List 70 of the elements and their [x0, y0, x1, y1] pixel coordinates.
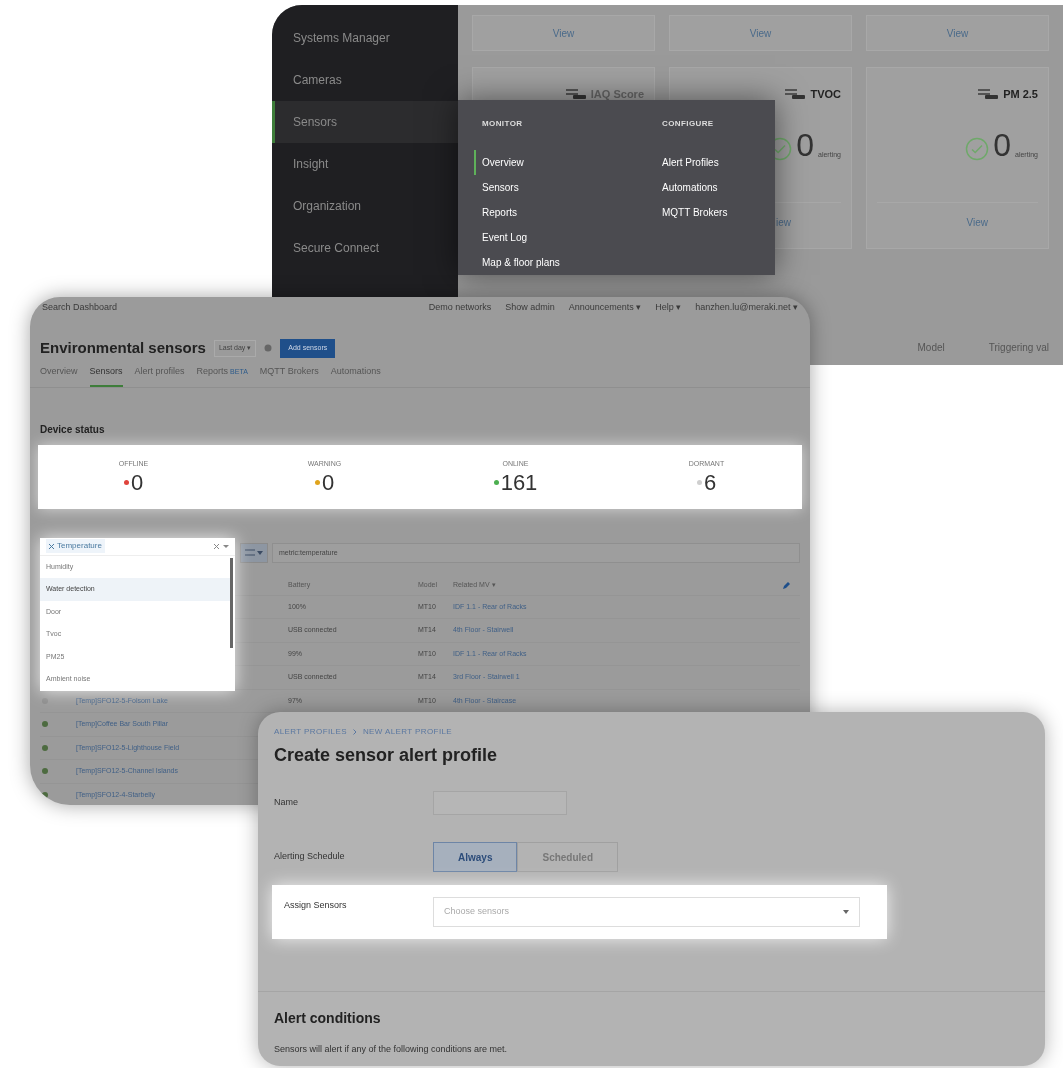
view-link[interactable]: View	[966, 215, 988, 230]
caret-icon	[257, 550, 263, 555]
chevron-icon	[352, 729, 357, 735]
status-count: 161	[500, 471, 538, 494]
breadcrumb-link[interactable]: ALERT PROFILES	[274, 726, 347, 738]
search-field[interactable]: Search Dashboard	[42, 301, 415, 315]
header-link[interactable]: Help ▾	[655, 301, 682, 315]
view-link[interactable]: View	[946, 25, 969, 41]
column-header: Triggering val	[988, 341, 1049, 355]
metric-title: TVOC	[810, 87, 841, 102]
sidebar-item[interactable]: Organization	[272, 185, 458, 227]
filter-chip[interactable]: Temperature	[46, 539, 105, 553]
field-label: Alerting Schedule	[274, 850, 346, 864]
segment-button[interactable]: Always	[433, 842, 518, 872]
menu-item[interactable]: MQTT Brokers	[662, 200, 772, 225]
sensors-dropdown[interactable]: Choose sensors	[433, 897, 860, 927]
status-count: 6	[703, 471, 717, 494]
menu-heading: MONITOR	[482, 118, 524, 130]
tab[interactable]: Alert profiles	[134, 365, 185, 387]
sidebar-item[interactable]: Cameras	[272, 59, 458, 101]
menu-item[interactable]: Automations	[662, 175, 772, 200]
header-link[interactable]: Announcements ▾	[568, 301, 642, 315]
view-link[interactable]: View	[552, 25, 575, 41]
header-link[interactable]: hanzhen.lu@meraki.net ▾	[695, 301, 798, 315]
page-title: Environmental sensors	[40, 338, 206, 358]
page-title: Create sensor alert profile	[273, 744, 499, 767]
menu-item[interactable]: Event Log	[482, 225, 592, 250]
sidebar-item[interactable]: Sensors	[272, 101, 458, 143]
check-circle-icon	[965, 136, 990, 161]
segment-button[interactable]: Scheduled	[517, 842, 619, 872]
metric-title: PM 2.5	[1003, 87, 1038, 102]
header-link[interactable]: Show admin	[505, 301, 555, 315]
menu-item[interactable]: Reports	[482, 200, 592, 225]
column-header: Model	[917, 341, 945, 355]
header-link[interactable]: Demo networks	[428, 301, 492, 315]
menu-item[interactable]: Sensors	[482, 175, 592, 200]
field-label: Name	[274, 796, 299, 810]
menu-item[interactable]: Overview	[474, 150, 592, 175]
menu-item[interactable]: Map & floor plans	[482, 250, 592, 275]
status-count: 0	[130, 471, 144, 494]
sidebar-item[interactable]: Systems Manager	[272, 17, 458, 59]
alert-count: 0	[796, 128, 815, 161]
tab[interactable]: MQTT Brokers	[259, 365, 319, 387]
alert-count: 0	[993, 128, 1012, 161]
tab[interactable]: Automations	[330, 365, 381, 387]
clear-icon[interactable]	[214, 543, 219, 549]
pencil-icon[interactable]	[782, 581, 790, 590]
menu-item[interactable]: Alert Profiles	[662, 150, 772, 175]
sliders-icon	[245, 548, 255, 557]
sensor-icon	[977, 88, 1000, 101]
view-link[interactable]: View	[749, 25, 772, 41]
info-icon	[264, 344, 273, 353]
breadcrumb-link[interactable]: NEW ALERT PROFILE	[362, 726, 453, 738]
sidebar-item[interactable]: Insight	[272, 143, 458, 185]
caret-icon[interactable]	[223, 544, 229, 548]
caret-icon	[843, 910, 849, 914]
description-text: Sensors will alert if any of the following conditions are met.	[274, 1043, 509, 1056]
section-heading: Alert conditions	[274, 1009, 382, 1028]
tab[interactable]: Sensors	[89, 365, 123, 387]
section-heading: Device status	[39, 422, 106, 437]
sidebar-item[interactable]: Secure Connect	[272, 227, 458, 269]
menu-heading: CONFIGURE	[662, 118, 715, 130]
status-count: 0	[321, 471, 335, 494]
scrollbar[interactable]	[230, 557, 233, 648]
filter-button[interactable]	[240, 542, 268, 563]
close-icon[interactable]	[49, 543, 54, 549]
sensor-icon	[784, 88, 807, 101]
field-label: Assign Sensors	[284, 899, 348, 912]
view-link[interactable]: iew	[776, 215, 791, 230]
tab[interactable]: Overview	[40, 365, 78, 387]
